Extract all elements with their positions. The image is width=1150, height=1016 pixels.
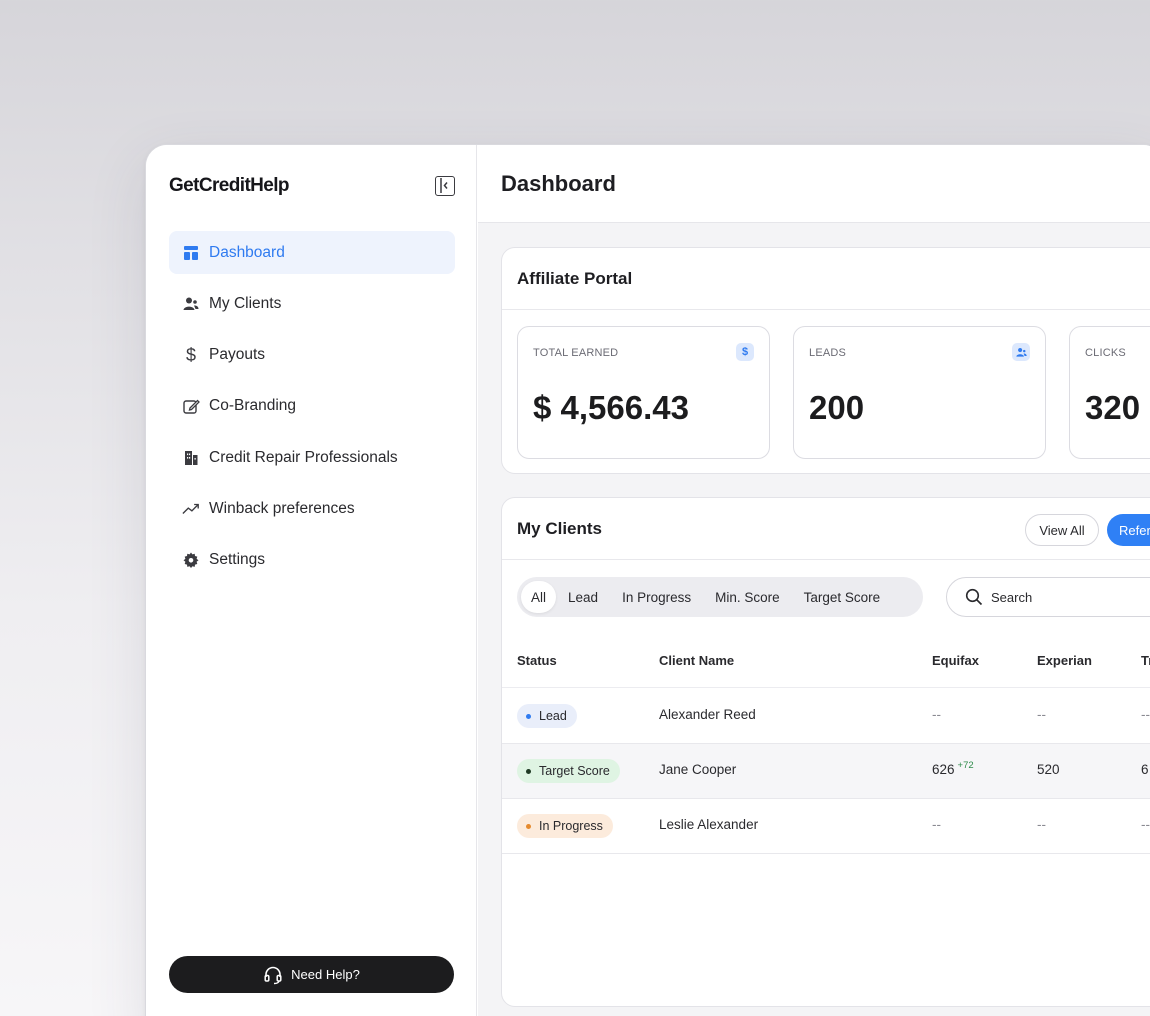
collapse-sidebar-icon[interactable]	[435, 176, 455, 196]
transunion-score: --	[1141, 817, 1150, 832]
sidebar-item-credit-repair-professionals[interactable]: Credit Repair Professionals	[169, 436, 455, 479]
affiliate-portal-title: Affiliate Portal	[517, 269, 633, 288]
my-clients-card: My Clients View All Refer All Lead In Pr…	[501, 497, 1150, 1007]
status-dot	[526, 713, 531, 719]
sidebar-item-label: Winback preferences	[209, 499, 355, 517]
view-all-button[interactable]: View All	[1025, 514, 1099, 546]
status-dot	[526, 823, 531, 829]
search-input[interactable]: Search	[946, 577, 1150, 617]
filter-tab-target-score[interactable]: Target Score	[792, 581, 893, 613]
filter-tab-all[interactable]: All	[521, 581, 557, 613]
need-help-label: Need Help?	[291, 967, 360, 982]
experian-score: --	[1037, 817, 1046, 832]
transunion-score: 6	[1141, 762, 1149, 777]
sidebar-item-payouts[interactable]: $ Payouts	[169, 334, 455, 377]
my-clients-title: My Clients	[517, 519, 603, 538]
sidebar-item-dashboard[interactable]: Dashboard	[169, 231, 455, 274]
client-name: Alexander Reed	[659, 707, 756, 722]
sidebar-item-winback-preferences[interactable]: Winback preferences	[169, 487, 455, 530]
table-row[interactable]: Lead Alexander Reed -- -- --	[502, 689, 1150, 744]
affiliate-portal-card: Affiliate Portal TOTAL EARNED $ $ 4,566.…	[501, 247, 1150, 474]
affiliate-portal-header: Affiliate Portal	[502, 248, 1150, 310]
dollar-icon: $	[185, 344, 196, 365]
filter-tab-min-score[interactable]: Min. Score	[703, 581, 792, 613]
stat-value: $ 4,566.43	[533, 389, 689, 426]
sidebar-item-label: Payouts	[209, 346, 266, 364]
trending-up-icon	[182, 500, 200, 518]
need-help-button[interactable]: Need Help?	[169, 956, 454, 993]
edit-icon	[182, 397, 200, 415]
filter-tab-lead[interactable]: Lead	[556, 581, 610, 613]
status-label: In Progress	[539, 819, 603, 833]
equifax-score: --	[932, 817, 941, 832]
status-filter-tabs: All Lead In Progress Min. Score Target S…	[517, 577, 923, 617]
equifax-score: --	[932, 707, 941, 722]
search-placeholder: Search	[991, 589, 1033, 605]
status-label: Lead	[539, 709, 567, 723]
stat-label: TOTAL EARNED	[533, 347, 619, 359]
sidebar-item-co-branding[interactable]: Co-Branding	[169, 385, 455, 428]
equifax-score: 626	[932, 762, 955, 777]
sidebar: GetCreditHelp Dashboard My Clients $ Pay…	[146, 145, 477, 1016]
headset-icon	[264, 966, 282, 984]
top-bar: Dashboard	[478, 145, 1150, 223]
status-badge: Lead	[517, 704, 577, 728]
sidebar-item-my-clients[interactable]: My Clients	[169, 282, 455, 325]
column-header-experian[interactable]: Experian	[1037, 653, 1092, 668]
equifax-score-delta: +72	[957, 760, 974, 771]
sidebar-item-settings[interactable]: Settings	[169, 539, 455, 582]
stat-label: LEADS	[809, 347, 847, 359]
client-name: Leslie Alexander	[659, 817, 759, 832]
experian-score: --	[1037, 707, 1046, 722]
logo-row: GetCreditHelp	[169, 173, 455, 203]
sidebar-item-label: Settings	[209, 551, 266, 569]
transunion-score: --	[1141, 707, 1150, 722]
logo: GetCreditHelp	[169, 175, 290, 196]
building-icon	[182, 449, 200, 467]
column-header-client-name[interactable]: Client Name	[659, 653, 734, 668]
stat-value: 320	[1085, 389, 1141, 426]
users-badge-icon	[1012, 343, 1030, 361]
stat-card-total-earned: TOTAL EARNED $ $ 4,566.43	[517, 326, 770, 459]
status-badge: Target Score	[517, 759, 620, 783]
sidebar-item-label: Co-Branding	[209, 397, 297, 415]
filter-tab-in-progress[interactable]: In Progress	[610, 581, 703, 613]
column-header-transunion[interactable]: Tr	[1141, 653, 1150, 668]
stat-card-clicks: CLICKS 320	[1069, 326, 1150, 459]
column-header-equifax[interactable]: Equifax	[932, 653, 979, 668]
experian-score: 520	[1037, 762, 1060, 777]
dashboard-icon	[182, 244, 200, 262]
equifax-score-cell: 626 +72	[932, 760, 974, 777]
dollar-badge-icon: $	[736, 343, 754, 361]
stat-value: 200	[809, 389, 865, 426]
table-row[interactable]: Target Score Jane Cooper 626 +72 520 6	[502, 744, 1150, 799]
main-content: Dashboard Affiliate Portal TOTAL EARNED …	[478, 145, 1150, 1016]
client-name: Jane Cooper	[659, 762, 737, 777]
my-clients-header: My Clients View All Refer	[502, 498, 1150, 560]
page-title: Dashboard	[501, 171, 616, 196]
status-dot	[526, 768, 531, 774]
stat-label: CLICKS	[1085, 347, 1126, 359]
refer-button[interactable]: Refer	[1107, 514, 1150, 546]
sidebar-item-label: My Clients	[209, 294, 282, 312]
status-label: Target Score	[539, 764, 610, 778]
sidebar-item-label: Credit Repair Professionals	[209, 448, 398, 466]
table-header: Status Client Name Equifax Experian Tr	[502, 633, 1150, 688]
sidebar-nav: Dashboard My Clients $ Payouts Co-Brandi…	[169, 231, 455, 590]
app-window: GetCreditHelp Dashboard My Clients $ Pay…	[145, 144, 1150, 1016]
stat-card-leads: LEADS 200	[793, 326, 1046, 459]
search-icon	[965, 588, 983, 606]
gear-icon	[182, 551, 200, 569]
users-icon	[182, 295, 200, 313]
status-badge: In Progress	[517, 814, 613, 838]
table-row[interactable]: In Progress Leslie Alexander -- -- --	[502, 799, 1150, 854]
sidebar-item-label: Dashboard	[209, 243, 285, 261]
column-header-status[interactable]: Status	[517, 653, 557, 668]
